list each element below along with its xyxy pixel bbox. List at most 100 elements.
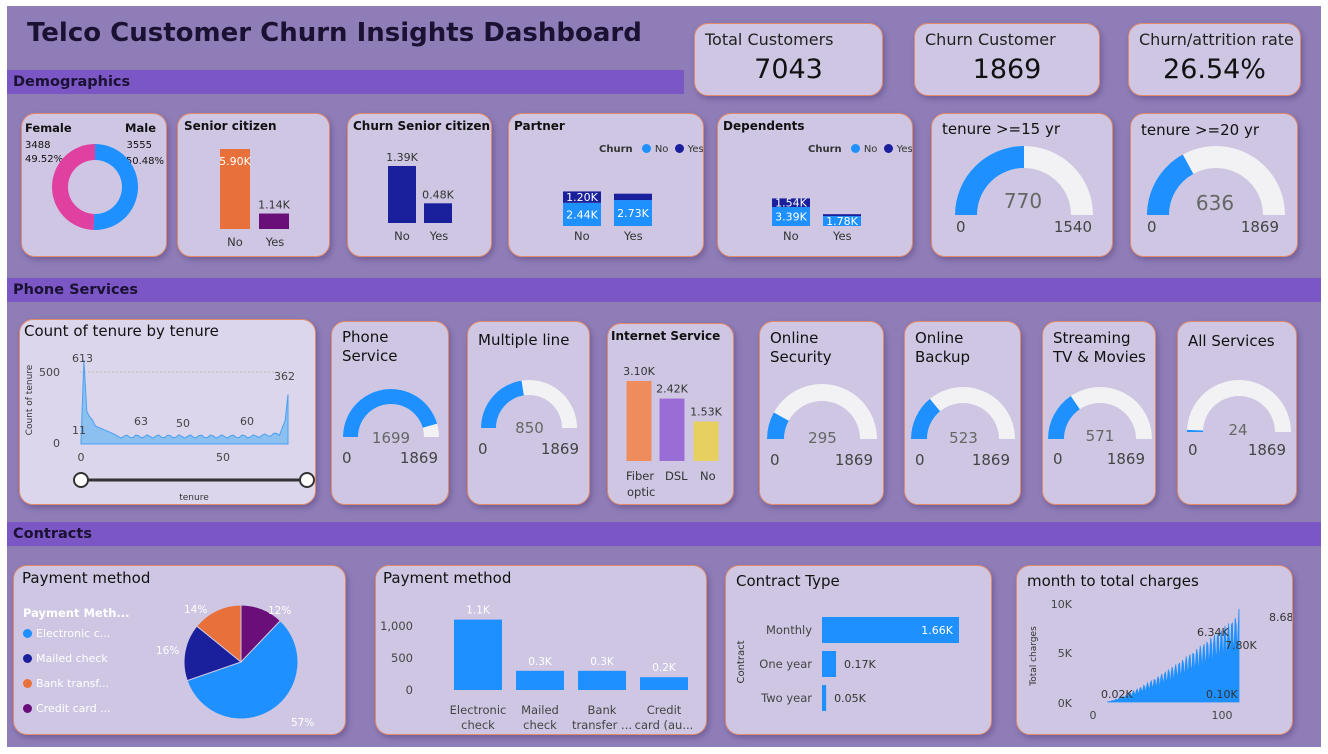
gauge-max: 1869	[1106, 450, 1145, 468]
kpi-value: 7043	[754, 54, 823, 85]
bar	[693, 421, 719, 461]
bar	[640, 677, 688, 690]
section-phone-services: Phone Services	[7, 278, 1321, 302]
gender-donut-chart	[51, 144, 138, 230]
cat-label: Credit	[647, 703, 682, 717]
internet-service-card[interactable]: Internet Service 3.10K 2.42K 1.53K Fiber o…	[607, 323, 734, 505]
slice-label: 14%	[184, 604, 207, 616]
gauge-min: 0	[342, 449, 352, 467]
data-label: 63	[134, 415, 148, 428]
kpi-label: Churn/attrition rate	[1139, 30, 1294, 49]
gender-donut-card[interactable]: Female Male 3488 49.52% 3555 50.48%	[21, 113, 167, 257]
gauge-max: 1540	[1053, 218, 1092, 236]
data-label: 0.10K	[1206, 688, 1238, 701]
data-label-no: 1.39K	[386, 151, 418, 164]
gauge-max: 1869	[540, 440, 579, 458]
female-count: 3488	[25, 140, 51, 151]
cat-label: Bank	[588, 703, 617, 717]
cat-label: transfer ...	[572, 718, 632, 732]
data-label-yes: 1.20K	[566, 191, 598, 204]
gauge-value: 770	[1003, 189, 1043, 213]
dashboard-canvas: Telco Customer Churn Insights Dashboard …	[7, 6, 1321, 747]
kpi-churn-rate[interactable]: Churn/attrition rate 26.54%	[1128, 23, 1301, 96]
charges-area-card[interactable]: month to total charges 10K 5K 0K 0 100 T…	[1016, 565, 1293, 735]
gauge-chart	[1187, 380, 1291, 432]
tenure-area-card[interactable]: Count of tenure by tenure 500 0 0 50 Cou…	[19, 319, 316, 505]
kpi-value: 26.54%	[1163, 54, 1266, 85]
gauge-min: 0	[1147, 218, 1157, 236]
gauge-max: 1869	[1247, 441, 1286, 459]
x-tick: 0	[78, 451, 85, 464]
section-demographics: Demographics	[7, 70, 684, 94]
data-label: 0.3K	[528, 656, 553, 668]
section-contracts: Contracts	[7, 522, 1321, 546]
cat-label-no: No	[227, 235, 243, 249]
payment-pie-card[interactable]: Payment method Payment Meth... Electroni…	[13, 565, 346, 735]
phone-gauge-card-0[interactable]: Phone Service 1699 0 1869	[331, 321, 449, 505]
bar-segment-yes	[614, 193, 652, 201]
y-axis-label: Count of tenure	[25, 364, 35, 435]
data-label-no: 5.90K	[219, 155, 251, 168]
phone-gauge-card-3[interactable]: Online Backup 523 0 1869	[904, 321, 1021, 505]
data-label-no: 2.44K	[566, 208, 598, 221]
slice-label: 16%	[156, 645, 179, 657]
data-label: 3.10K	[623, 365, 655, 378]
dependents-card[interactable]: Dependents Churn No Yes 3.39K 1.54K 1.78K …	[717, 113, 913, 257]
senior-citizen-card[interactable]: Senior citizen 5.90K 1.14K No Yes	[177, 113, 330, 257]
data-label: 0.02K	[1101, 688, 1133, 701]
cat-label-yes: Yes	[833, 229, 852, 243]
gauge-min: 0	[1053, 450, 1063, 468]
cat-label-yes: Yes	[265, 235, 285, 249]
data-label-no: 3.39K	[775, 211, 807, 224]
slice-label: 57%	[291, 717, 314, 729]
gauge-chart	[481, 380, 577, 428]
y-axis-label: Total charges	[1029, 626, 1039, 687]
phone-gauge-card-5[interactable]: All Services 24 0 1869	[1177, 321, 1297, 505]
y-tick: 1,000	[380, 619, 413, 633]
bar	[822, 651, 837, 677]
phone-gauge-card-1[interactable]: Multiple line 850 0 1869	[467, 321, 590, 505]
gauge-max: 1869	[971, 451, 1010, 469]
partner-card[interactable]: Partner Churn No Yes 2.44K 1.20K 2.73K No …	[508, 113, 704, 257]
gauge-value: 295	[808, 429, 837, 447]
tenure-15-gauge-card[interactable]: tenure >=15 yr 770 0 1540	[931, 113, 1113, 257]
bar	[626, 381, 652, 461]
payment-pie-chart: 57% 16% 14% 12%	[156, 604, 314, 729]
slice-label: 12%	[268, 605, 291, 617]
cat-label: check	[523, 718, 557, 732]
dependents-stacked-chart: 3.39K1.54K 1.78K	[772, 197, 861, 228]
cat-label: Monthly	[766, 623, 812, 637]
kpi-total-customers[interactable]: Total Customers 7043	[694, 23, 883, 96]
phone-gauge-card-4[interactable]: Streaming TV & Movies 571 0 1869	[1042, 321, 1156, 505]
phone-gauge-card-2[interactable]: Online Security 295 0 1869	[759, 321, 884, 505]
tenure-20-gauge-card[interactable]: tenure >=20 yr 636 0 1869	[1130, 113, 1298, 257]
contract-bar-chart: Contract Monthly 1.66K One year 0.17K Two ye…	[736, 617, 959, 711]
partner-stacked-chart: 2.44K 1.20K 2.73K	[563, 191, 652, 226]
tenure-area-series	[80, 359, 289, 445]
y-axis-label: Contract	[736, 640, 747, 683]
cat-label-fiber-1: Fiber	[626, 469, 655, 483]
kpi-churn-customer[interactable]: Churn Customer 1869	[914, 23, 1100, 96]
tenure-area-chart: 500 0 0 50 Count of tenure 613 11 63 50 …	[25, 352, 315, 503]
data-label: 1.66K	[921, 624, 953, 637]
dashboard-title: Telco Customer Churn Insights Dashboard	[27, 18, 642, 48]
payment-bar-card[interactable]: Payment method 1,000 500 0 1.1K Electroni…	[375, 565, 707, 735]
data-label: 1.53K	[690, 406, 722, 419]
x-tick: 0	[1090, 709, 1097, 722]
churn-senior-bar-chart: 1.39K 0.48K No Yes	[386, 151, 454, 243]
cat-label-yes: Yes	[624, 229, 643, 243]
kpi-label: Total Customers	[705, 30, 834, 49]
contract-type-card[interactable]: Contract Type Contract Monthly 1.66K One y…	[725, 565, 992, 735]
churn-senior-card[interactable]: Churn Senior citizen 1.39K 0.48K No Yes	[347, 113, 492, 257]
donut-slice-female	[51, 144, 95, 230]
gauge-max: 1869	[1240, 218, 1279, 236]
cat-label-no: No	[394, 229, 410, 243]
data-label: 0.05K	[834, 692, 866, 705]
kpi-label: Churn Customer	[925, 30, 1056, 49]
data-label-no: 1.78K	[826, 215, 858, 228]
gauge-chart	[1048, 387, 1152, 439]
charges-area-chart: 10K 5K 0K 0 100 Total charges 8.68K 6.34…	[1029, 598, 1292, 722]
gauge-value: 571	[1085, 427, 1115, 445]
female-label: Female	[25, 121, 72, 135]
y-tick: 500	[391, 651, 413, 665]
